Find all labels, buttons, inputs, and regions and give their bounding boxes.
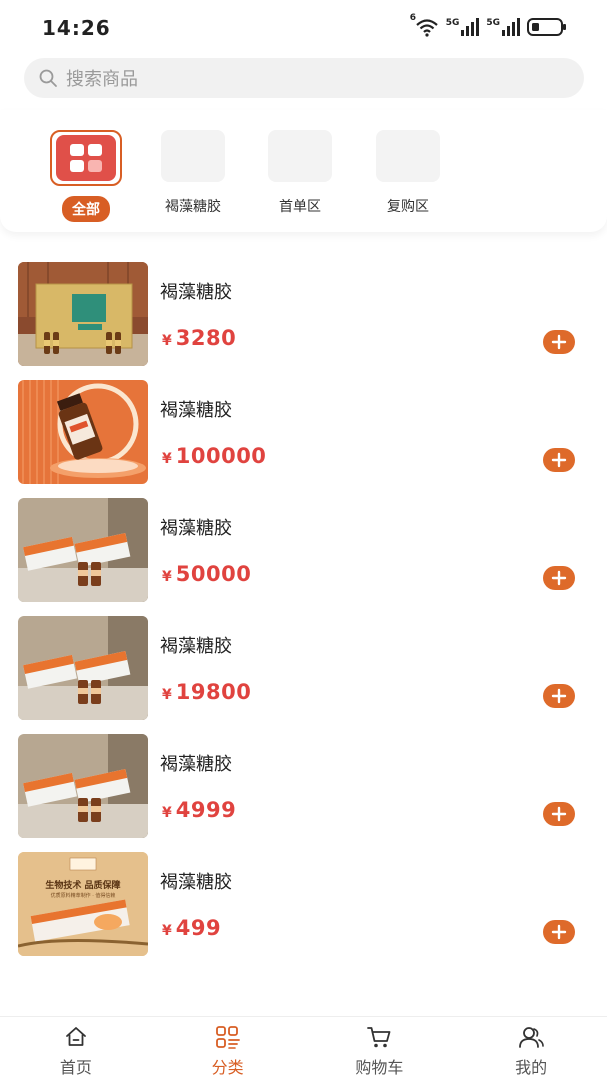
nav-category[interactable]: 分类	[152, 1017, 304, 1081]
price-value: 50000	[175, 562, 252, 586]
poster-headline: 生物技术 品质保障	[45, 881, 121, 891]
product-row[interactable]: 褐藻糖胶 ¥19800	[18, 616, 588, 734]
product-image[interactable]	[18, 498, 148, 602]
product-image[interactable]	[18, 734, 148, 838]
add-to-cart-button[interactable]	[543, 330, 575, 354]
nav-label: 我的	[515, 1058, 548, 1077]
nav-label: 分类	[211, 1058, 244, 1077]
category-tile-active[interactable]	[50, 130, 122, 186]
product-row[interactable]: 生物技术 品质保障 优质原料精萃制作 · 值得信赖 褐藻糖胶 ¥499	[18, 852, 588, 970]
product-image[interactable]	[18, 616, 148, 720]
category-repurchase[interactable]: 复购区	[358, 130, 458, 216]
product-price: ¥19800	[162, 680, 251, 704]
bottom-nav: 首页 分类 购物车 我的	[0, 1016, 607, 1081]
category-label: 复购区	[387, 199, 429, 215]
product-list: 褐藻糖胶 ¥3280 褐藻糖胶 ¥ 100000 褐藻糖胶 ¥ 50000 褐藻…	[18, 262, 588, 970]
category-label: 褐藻糖胶	[165, 199, 221, 215]
product-row[interactable]: 褐藻糖胶 ¥100000	[18, 380, 588, 498]
price-value: 19800	[175, 680, 252, 704]
wifi-badge: 6	[409, 13, 416, 23]
nav-label: 首页	[59, 1058, 92, 1077]
category-first-order[interactable]: 首单区	[250, 130, 350, 216]
category-tile[interactable]	[161, 130, 225, 182]
category-fucoidan[interactable]: 褐藻糖胶	[143, 130, 243, 216]
nav-cart[interactable]: 购物车	[304, 1017, 456, 1081]
nav-profile[interactable]: 我的	[455, 1017, 607, 1081]
category-label: 全部	[62, 196, 110, 222]
plus-icon	[551, 334, 567, 350]
signal-label: 5G	[486, 18, 500, 28]
plus-icon	[551, 452, 567, 468]
search-bar[interactable]: 搜索商品	[24, 58, 584, 98]
signal-icon: 5G	[486, 18, 521, 36]
cart-icon	[367, 1027, 391, 1048]
wifi-icon: 6	[410, 13, 440, 37]
product-price: ¥4999	[162, 798, 236, 822]
product-name: 褐藻糖胶	[160, 636, 232, 657]
currency-symbol: ¥	[162, 569, 172, 585]
price-value: 499	[175, 916, 222, 940]
category-all[interactable]: 全部	[36, 130, 136, 222]
currency-symbol: ¥	[162, 333, 172, 349]
add-to-cart-button[interactable]	[543, 566, 575, 590]
product-name: 褐藻糖胶	[160, 754, 232, 775]
product-price: ¥50000	[162, 562, 251, 586]
currency-symbol: ¥	[162, 451, 172, 467]
product-price: ¥100000	[162, 444, 266, 468]
add-to-cart-button[interactable]	[543, 684, 575, 708]
plus-icon	[551, 806, 567, 822]
add-to-cart-button[interactable]	[543, 920, 575, 944]
product-image[interactable]	[18, 380, 148, 484]
plus-icon	[551, 688, 567, 704]
product-name: 褐藻糖胶	[160, 518, 232, 539]
product-image[interactable]: 生物技术 品质保障 优质原料精萃制作 · 值得信赖	[18, 852, 148, 956]
signal-label: 5G	[445, 18, 460, 28]
category-panel: 全部 褐藻糖胶 首单区 复购区	[0, 110, 607, 232]
signal-icon: 5G	[446, 18, 481, 36]
product-price: ¥499	[162, 916, 221, 940]
home-icon	[65, 1027, 86, 1046]
nav-home[interactable]: 首页	[0, 1017, 152, 1081]
status-bar: 14:26 6 5G 5G	[0, 0, 607, 58]
add-to-cart-button[interactable]	[543, 448, 575, 472]
currency-symbol: ¥	[162, 687, 172, 703]
user-icon	[519, 1027, 544, 1048]
add-to-cart-button[interactable]	[543, 802, 575, 826]
product-row[interactable]: 褐藻糖胶 ¥50000	[18, 498, 588, 616]
price-value: 4999	[175, 798, 237, 822]
category-tile[interactable]	[376, 130, 440, 182]
search-icon	[39, 69, 57, 87]
plus-icon	[551, 570, 567, 586]
plus-icon	[551, 924, 567, 940]
status-icons: 6 5G 5G	[410, 13, 567, 37]
product-image[interactable]	[18, 262, 148, 366]
search-input[interactable]: 搜索商品	[66, 65, 138, 91]
poster-subline: 优质原料精萃制作 · 值得信赖	[50, 893, 116, 899]
grid-icon	[56, 135, 116, 181]
price-value: 3280	[175, 326, 237, 350]
product-row[interactable]: 褐藻糖胶 ¥3280	[18, 262, 588, 380]
product-price: ¥3280	[162, 326, 236, 350]
price-value: 100000	[175, 444, 267, 468]
status-time: 14:26	[42, 16, 111, 40]
product-name: 褐藻糖胶	[160, 872, 232, 893]
product-name: 褐藻糖胶	[160, 400, 232, 421]
category-label: 首单区	[279, 199, 321, 215]
product-name: 褐藻糖胶	[160, 282, 232, 303]
battery-icon	[527, 17, 567, 37]
currency-symbol: ¥	[162, 805, 172, 821]
category-tile[interactable]	[268, 130, 332, 182]
currency-symbol: ¥	[162, 923, 172, 939]
nav-label: 购物车	[355, 1058, 404, 1077]
category-icon	[215, 1026, 240, 1049]
product-row[interactable]: 褐藻糖胶 ¥4999	[18, 734, 588, 852]
